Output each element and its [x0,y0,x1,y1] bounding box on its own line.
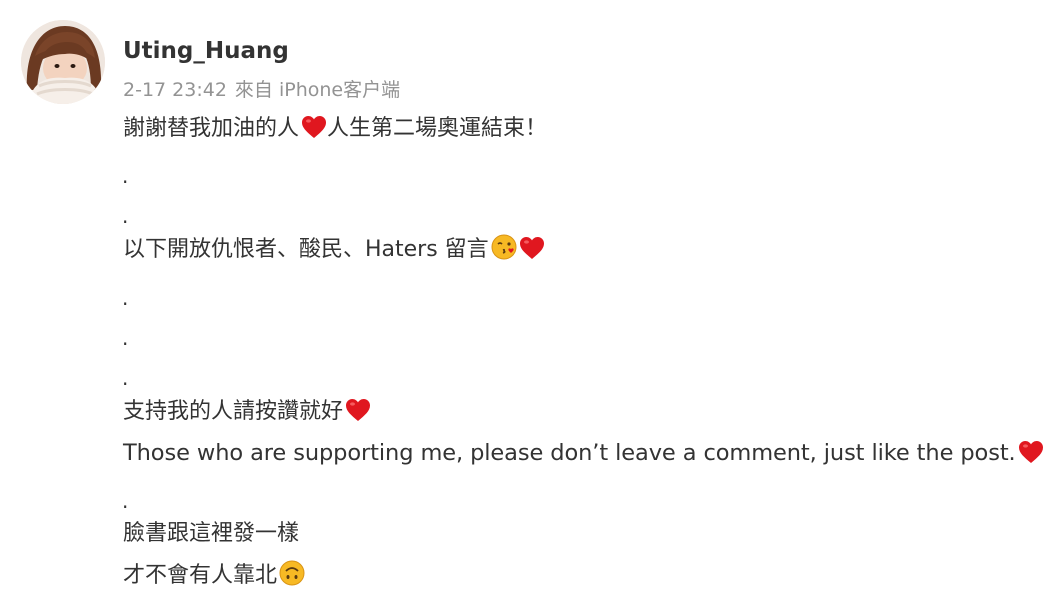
heart-emoji-icon [345,398,371,422]
heart-emoji-icon [1018,440,1044,464]
post-meta: 2-17 23:42 來自 iPhone客户端 [123,78,400,102]
post-text: 謝謝替我加油的人 [123,116,300,141]
post-text: 臉書跟這裡發一樣 [123,521,300,546]
post-line-facebook: 臉書跟這裡發一樣 [123,519,299,549]
kissing-face-emoji-icon [491,234,517,260]
dot-separator: . [122,164,129,188]
heart-emoji-icon [301,115,327,139]
dot-separator: . [122,366,129,390]
post-line-haters: 以下開放仇恨者、酸民、Haters 留言 [123,234,545,265]
dot-separator: . [122,204,129,228]
post-line-support: 支持我的人請按讚就好 [123,397,371,427]
timestamp[interactable]: 2-17 23:42 [123,79,227,101]
username-link[interactable]: Uting_Huang [123,36,289,66]
avatar-image [21,20,105,104]
post-text-tail: 人生第二場奧運結束！ [327,116,548,141]
post-line-english: Those who are supporting me, please don’… [123,438,1044,468]
post-text: Those who are supporting me, please don’… [123,440,1016,466]
dot-separator: . [122,489,129,513]
post-source: 來自 iPhone客户端 [234,79,401,101]
upside-down-face-emoji-icon [279,560,305,586]
post-line-thanks: 謝謝替我加油的人 人生第二場奧運結束！ [123,114,547,144]
dot-separator: . [122,326,129,350]
dot-separator: . [122,286,129,310]
post-text: 才不會有人靠北 [123,563,278,588]
heart-emoji-icon [519,236,545,260]
post-line-complain: 才不會有人靠北 [123,560,305,591]
post-text: 支持我的人請按讚就好 [123,399,344,424]
avatar[interactable] [21,20,105,104]
post-text: 以下開放仇恨者、酸民、Haters 留言 [123,237,489,262]
